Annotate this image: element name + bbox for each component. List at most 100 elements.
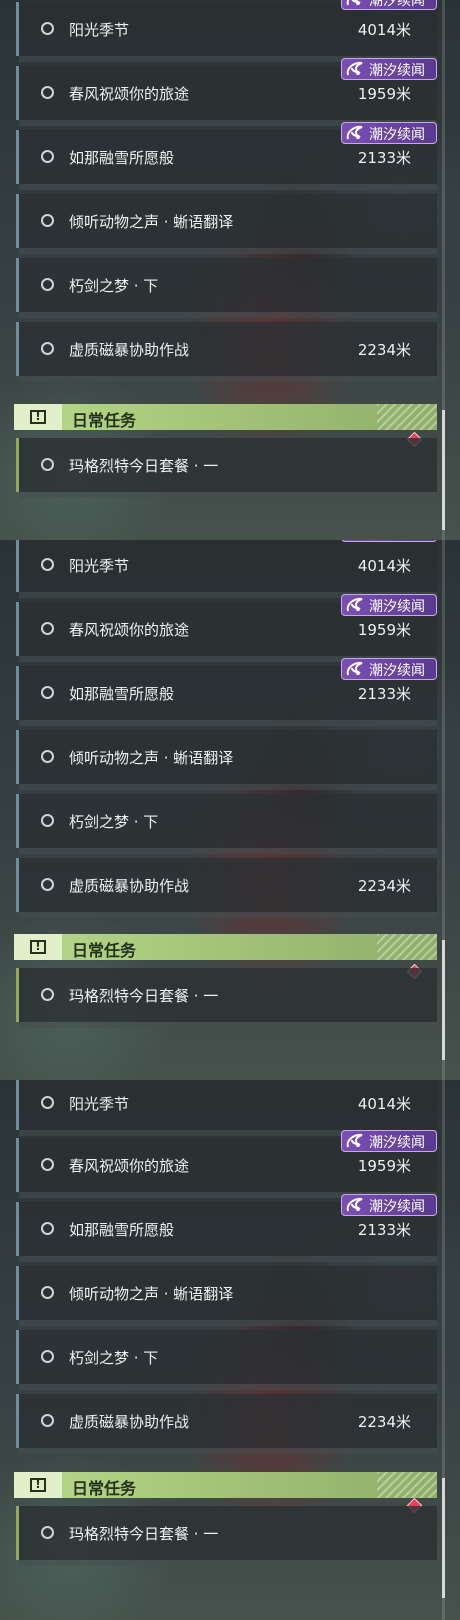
- exclamation-icon: !: [30, 939, 46, 954]
- quest-name: 春风祝颂你的旅途: [69, 621, 190, 639]
- radio-icon[interactable]: [41, 988, 54, 1001]
- daily-quest-item[interactable]: 玛格烈特今日套餐 · 一: [16, 438, 437, 498]
- quest-item[interactable]: 阳光季节 4014米 潮汐续闻: [16, 540, 437, 598]
- scrollbar-thumb[interactable]: [442, 410, 445, 530]
- badge-label: 潮汐续闻: [369, 599, 425, 615]
- quest-name: 阳光季节: [69, 21, 130, 39]
- radio-icon[interactable]: [41, 814, 54, 827]
- radio-icon[interactable]: [41, 342, 54, 355]
- quest-item[interactable]: 虚质磁暴协助作战 2234米: [16, 1394, 437, 1454]
- quest-name: 春风祝颂你的旅途: [69, 85, 190, 103]
- daily-quest-item[interactable]: 玛格烈特今日套餐 · 一: [16, 1506, 437, 1566]
- radio-icon[interactable]: [41, 22, 54, 35]
- quest-distance: 4014米: [357, 21, 411, 39]
- quest-distance: 2133米: [357, 149, 411, 167]
- quest-name: 虚质磁暴协助作战: [69, 341, 190, 359]
- radio-icon[interactable]: [41, 1286, 54, 1299]
- quest-distance: 1959米: [357, 1157, 411, 1175]
- tide-badge: 潮汐续闻: [341, 658, 437, 680]
- badge-label: 潮汐续闻: [369, 540, 425, 542]
- badge-label: 潮汐续闻: [369, 1199, 425, 1215]
- alert-box: !: [14, 404, 62, 430]
- quest-item[interactable]: 朽剑之梦 · 下: [16, 258, 437, 318]
- radio-icon[interactable]: [41, 214, 54, 227]
- radio-icon[interactable]: [41, 458, 54, 471]
- alert-box: !: [14, 934, 62, 960]
- quest-item[interactable]: 如那融雪所愿般 2133米 潮汐续闻: [16, 1194, 437, 1262]
- alert-box: !: [14, 1472, 62, 1498]
- radio-icon[interactable]: [41, 558, 54, 571]
- quest-name: 虚质磁暴协助作战: [69, 877, 190, 895]
- radio-icon[interactable]: [41, 622, 54, 635]
- radio-icon[interactable]: [41, 1526, 54, 1539]
- quest-item[interactable]: 阳光季节 4014米 潮汐续闻: [16, 0, 437, 62]
- quest-name: 玛格烈特今日套餐 · 一: [69, 987, 219, 1005]
- quest-item[interactable]: 倾听动物之声 · 蜥语翻译: [16, 1266, 437, 1326]
- quest-panel-3: 阳光季节 4014米 春风祝颂你的旅途 1959米 潮汐续闻 如那融雪所愿般 2…: [0, 1080, 460, 1620]
- quest-item[interactable]: 倾听动物之声 · 蜥语翻译: [16, 194, 437, 254]
- tide-badge: 潮汐续闻: [341, 1130, 437, 1152]
- radio-icon[interactable]: [41, 750, 54, 763]
- stripe-decoration: [377, 934, 437, 960]
- quest-item[interactable]: 春风祝颂你的旅途 1959米 潮汐续闻: [16, 58, 437, 126]
- daily-section-header[interactable]: ! 日常任务: [14, 404, 437, 430]
- quest-distance: 2234米: [357, 877, 411, 895]
- scrollbar-thumb[interactable]: [442, 1478, 445, 1598]
- quest-name: 如那融雪所愿般: [69, 1221, 175, 1239]
- quest-item[interactable]: 春风祝颂你的旅途 1959米 潮汐续闻: [16, 1130, 437, 1198]
- radio-icon[interactable]: [41, 1350, 54, 1363]
- quest-item[interactable]: 阳光季节 4014米: [16, 1080, 437, 1136]
- quest-name: 阳光季节: [69, 557, 130, 575]
- stripe-decoration: [377, 404, 437, 430]
- quest-item[interactable]: 如那融雪所愿般 2133米 潮汐续闻: [16, 122, 437, 190]
- badge-label: 潮汐续闻: [369, 0, 425, 9]
- quest-item[interactable]: 虚质磁暴协助作战 2234米: [16, 322, 437, 382]
- daily-section-header[interactable]: ! 日常任务: [14, 934, 437, 960]
- quest-item[interactable]: 虚质磁暴协助作战 2234米: [16, 858, 437, 918]
- radio-icon[interactable]: [41, 86, 54, 99]
- quest-name: 玛格烈特今日套餐 · 一: [69, 1525, 219, 1543]
- quest-item[interactable]: 春风祝颂你的旅途 1959米 潮汐续闻: [16, 594, 437, 662]
- quest-name: 倾听动物之声 · 蜥语翻译: [69, 213, 234, 231]
- quest-item[interactable]: 朽剑之梦 · 下: [16, 1330, 437, 1390]
- radio-icon[interactable]: [41, 878, 54, 891]
- radio-icon[interactable]: [41, 1222, 54, 1235]
- quest-distance: 2133米: [357, 1221, 411, 1239]
- section-title: 日常任务: [72, 411, 137, 430]
- quest-distance: 1959米: [357, 621, 411, 639]
- radio-icon[interactable]: [41, 686, 54, 699]
- quest-name: 倾听动物之声 · 蜥语翻译: [69, 1285, 234, 1303]
- daily-section-header[interactable]: ! 日常任务: [14, 1472, 437, 1498]
- quest-distance: 4014米: [357, 1095, 411, 1113]
- quest-name: 倾听动物之声 · 蜥语翻译: [69, 749, 234, 767]
- scrollbar-thumb[interactable]: [442, 940, 445, 1060]
- quest-name: 虚质磁暴协助作战: [69, 1413, 190, 1431]
- radio-icon[interactable]: [41, 1158, 54, 1171]
- radio-icon[interactable]: [41, 150, 54, 163]
- quest-item[interactable]: 朽剑之梦 · 下: [16, 794, 437, 854]
- tide-badge: 潮汐续闻: [341, 1194, 437, 1216]
- tide-badge: 潮汐续闻: [341, 58, 437, 80]
- daily-quest-item[interactable]: 玛格烈特今日套餐 · 一: [16, 968, 437, 1028]
- quest-distance: 2133米: [357, 685, 411, 703]
- quest-panel-1: 阳光季节 4014米 潮汐续闻 春风祝颂你的旅途 1959米 潮汐续闻 如那融雪…: [0, 0, 460, 540]
- tide-badge: 潮汐续闻: [341, 594, 437, 616]
- tide-swirl-icon: [346, 1133, 363, 1148]
- quest-item[interactable]: 如那融雪所愿般 2133米 潮汐续闻: [16, 658, 437, 726]
- section-title: 日常任务: [72, 941, 137, 960]
- radio-icon[interactable]: [41, 1096, 54, 1109]
- radio-icon[interactable]: [41, 278, 54, 291]
- exclamation-icon: !: [30, 409, 46, 424]
- quest-panel-2: 阳光季节 4014米 潮汐续闻 春风祝颂你的旅途 1959米 潮汐续闻 如那融雪…: [0, 540, 460, 1080]
- quest-name: 阳光季节: [69, 1095, 130, 1113]
- tide-badge: 潮汐续闻: [341, 540, 437, 542]
- quest-name: 朽剑之梦 · 下: [69, 813, 159, 831]
- quest-distance: 4014米: [357, 557, 411, 575]
- quest-item[interactable]: 倾听动物之声 · 蜥语翻译: [16, 730, 437, 790]
- tide-swirl-icon: [346, 1197, 363, 1212]
- radio-icon[interactable]: [41, 1414, 54, 1427]
- quest-name: 如那融雪所愿般: [69, 685, 175, 703]
- tide-badge: 潮汐续闻: [341, 122, 437, 144]
- quest-name: 朽剑之梦 · 下: [69, 1349, 159, 1367]
- quest-distance: 2234米: [357, 1413, 411, 1431]
